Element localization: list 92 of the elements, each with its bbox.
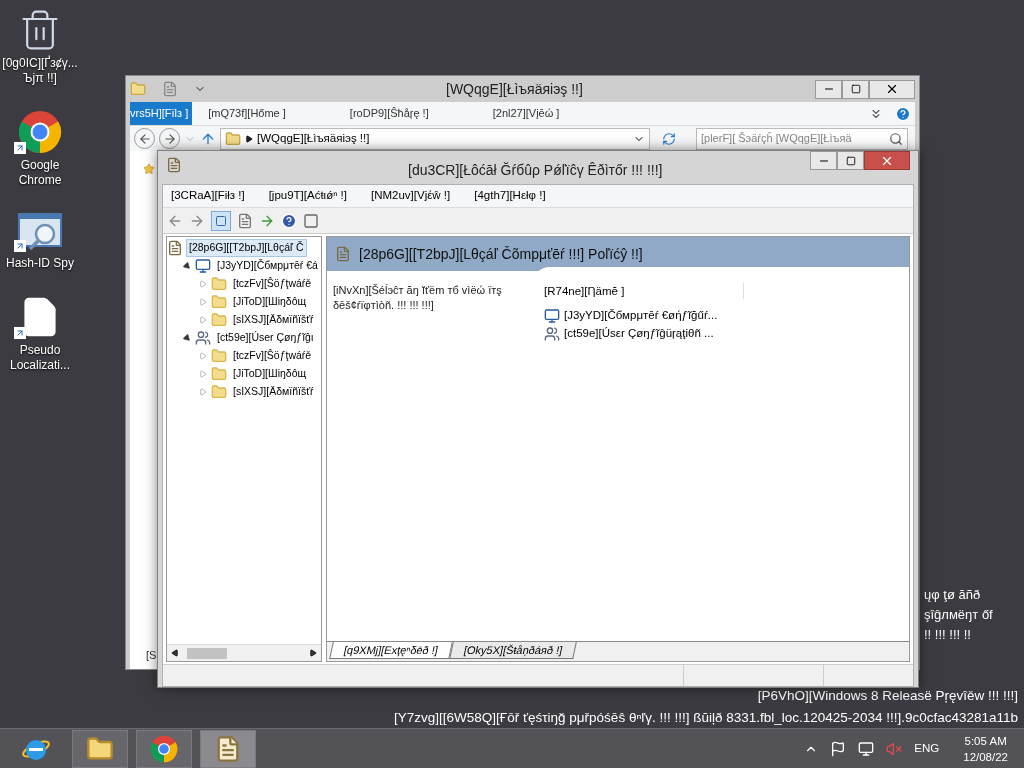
close-button[interactable] — [869, 79, 915, 99]
muted-volume-icon[interactable] — [886, 740, 903, 757]
version-text: [P6VhO][Windows 8 Releasë Pŗęvîěw !!! !!!] — [757, 687, 1018, 705]
network-icon[interactable] — [858, 740, 875, 757]
help-icon[interactable] — [281, 212, 297, 229]
tree-item[interactable]: [sIXSJ][Äδмïñïšťŕ — [231, 384, 316, 400]
window-title: [du3CR][Łôćāł Ğŕбûρ Pǿľïĉγ Êðìтőr !!! !!!] — [408, 161, 663, 180]
folder-icon — [86, 734, 114, 763]
close-button[interactable] — [864, 151, 910, 170]
show-tree-button[interactable] — [211, 210, 231, 231]
chrome-icon — [150, 734, 178, 763]
desktop-icon-label[interactable]: Google Chrome — [1, 158, 79, 188]
help-icon[interactable] — [895, 105, 911, 122]
taskbar-button[interactable] — [72, 729, 128, 768]
magnifier-window-icon — [18, 212, 62, 252]
menu-item[interactable]: [4gth7][Hεłφ !] — [470, 187, 550, 205]
menu-item[interactable]: [3CRaA][Fiłз !] — [167, 187, 249, 205]
taskbar-button[interactable] — [200, 729, 256, 768]
tree-item[interactable]: [ct59e][Úser Çøŋƒĩĝι — [215, 330, 316, 346]
panel-header: [28p6G][[T2bpJ][Lθçáľ Čõmpμťēŕ !!!] Poľïćŷ !!] — [359, 244, 643, 264]
horizontal-scrollbar[interactable] — [167, 644, 321, 661]
language-indicator[interactable]: ENG — [914, 739, 940, 758]
maximize-icon — [845, 155, 856, 166]
scroll-left-icon[interactable] — [171, 649, 179, 657]
notice-text: ųφ ţø ăñð — [924, 586, 981, 604]
shortcut-arrow-icon — [14, 240, 26, 252]
folder-icon — [211, 276, 227, 292]
address-text: [WQqgE][Łìъяäяiэş !!] — [257, 130, 370, 146]
folder-icon — [211, 348, 227, 364]
tree-item[interactable]: [JiToD][Шiŋδôщ — [231, 294, 309, 310]
desktop-icon-label[interactable]: [0g0IC][Ґзȼγ... Ъjπ !!] — [1, 56, 79, 86]
tree-item[interactable]: [28p6G][[T2bpJ][Lθçáľ Č — [187, 240, 306, 256]
clock[interactable]: 5:05 AM 12/08/22 — [963, 732, 1008, 765]
scroll-right-icon[interactable] — [309, 649, 317, 657]
maximize-button[interactable] — [842, 79, 869, 99]
desktop-icon-label[interactable]: Pseudo Localizati... — [1, 343, 79, 373]
folder-icon — [211, 366, 227, 382]
search-field[interactable]: [plerF][ Šэäŕçĥ [WQqgE][Łìъяä — [696, 127, 908, 150]
view-tab[interactable]: [Oky5X][Šŧåņðáяð !] — [449, 642, 577, 659]
flag-icon[interactable] — [830, 740, 847, 757]
chrome-icon — [18, 110, 62, 154]
breadcrumb-arrow-icon[interactable] — [245, 134, 253, 143]
taskbar-button[interactable] — [136, 729, 192, 768]
address-bar[interactable]: [WQqgE][Łìъяäяiэş !!] — [220, 127, 650, 150]
notice-text: !! !!! !!! !! — [924, 626, 971, 644]
maximize-button[interactable] — [837, 151, 864, 170]
view-tab[interactable]: [q9XMj][Exţęⁿδēð !] — [329, 642, 453, 659]
minimize-button[interactable] — [815, 79, 842, 99]
computer-icon — [195, 258, 211, 274]
close-icon — [885, 82, 899, 96]
shortcut-arrow-icon — [14, 327, 26, 339]
computer-icon — [544, 308, 560, 324]
users-icon — [544, 326, 560, 342]
policy-icon — [166, 157, 182, 173]
users-icon — [195, 330, 211, 346]
notice-text: şîĝлмёŋт őf — [924, 606, 993, 624]
tree-item[interactable]: [sIXSJ][Äδмïñïšťŕ — [231, 312, 316, 328]
ribbon-tab[interactable]: [2nl27][Vįēώ ] — [476, 102, 576, 125]
menu-item[interactable]: [NM2uv][Vjέŵ !] — [367, 187, 455, 205]
search-icon[interactable] — [889, 131, 903, 146]
refresh-icon[interactable] — [662, 131, 676, 146]
panel-icon[interactable] — [303, 212, 319, 229]
tree-item[interactable]: [tczFv][Ŝöƒţwáŕě — [231, 348, 314, 364]
minimize-button[interactable] — [810, 151, 837, 170]
star-icon[interactable] — [143, 163, 155, 175]
policy-icon — [167, 240, 183, 256]
description-text: [iNvXn][Šéĺэĉт ăŋ ĭťёm тб vìëώ ïтş δēš¢ŕïφтìòñ. !!! !!! !!!] — [333, 283, 503, 313]
maximize-icon — [850, 84, 861, 94]
tree-pane-icon — [215, 214, 227, 227]
policy-icon — [335, 246, 351, 262]
properties-icon[interactable] — [162, 81, 178, 97]
column-header[interactable]: [R74ne][Ƞämĕ ] — [544, 283, 744, 299]
forward-arrow-icon — [162, 131, 177, 146]
menu-item[interactable]: [jpu9T][Aćŧιǿⁿ !] — [264, 187, 351, 205]
status-text: [S — [146, 647, 157, 663]
list-icon[interactable] — [237, 212, 253, 229]
build-text: [Y7zvg][[6W58Q][Ғōř ťęśτiŋğ pμřpóśēŝ θⁿľγ. !!! !!!] ßŭiļð 8331.fbl_loc.120425-2034 !!!].9c0cfac43281a11b — [394, 709, 1018, 727]
window-title: [WQqgE][Łìъяäяiэş !!] — [446, 79, 583, 99]
list-item[interactable]: [ct59e][Úsεr Çøŋƒĩĝüŗąţiθñ ... — [564, 325, 714, 343]
tree-item[interactable]: [JiToD][Шiŋδôщ — [231, 366, 309, 382]
ribbon-tab[interactable]: [mQ73f][Hőme ] — [192, 102, 302, 125]
desktop-icon-label[interactable]: Hash-ID Spy — [6, 256, 74, 271]
folder-icon — [211, 384, 227, 400]
tree-item[interactable]: [tczFv][Ŝöƒţwáŕě — [231, 276, 314, 292]
shortcut-arrow-icon — [14, 142, 26, 154]
folder-icon — [225, 130, 241, 147]
tree-item[interactable]: [J3yYD][Čбмрμтēŕ €á — [215, 258, 320, 274]
ribbon-tab[interactable]: [roDP9][Ŝħåŗę !] — [333, 102, 445, 125]
ribbon-tab[interactable]: vrs5H][Fïlз ] — [130, 102, 193, 125]
list-item[interactable]: [J3yYD][Čбмрμтēŕ €øήƒĩğűŕ... — [564, 307, 718, 325]
folder-icon — [211, 312, 227, 328]
folder-icon — [211, 294, 227, 310]
